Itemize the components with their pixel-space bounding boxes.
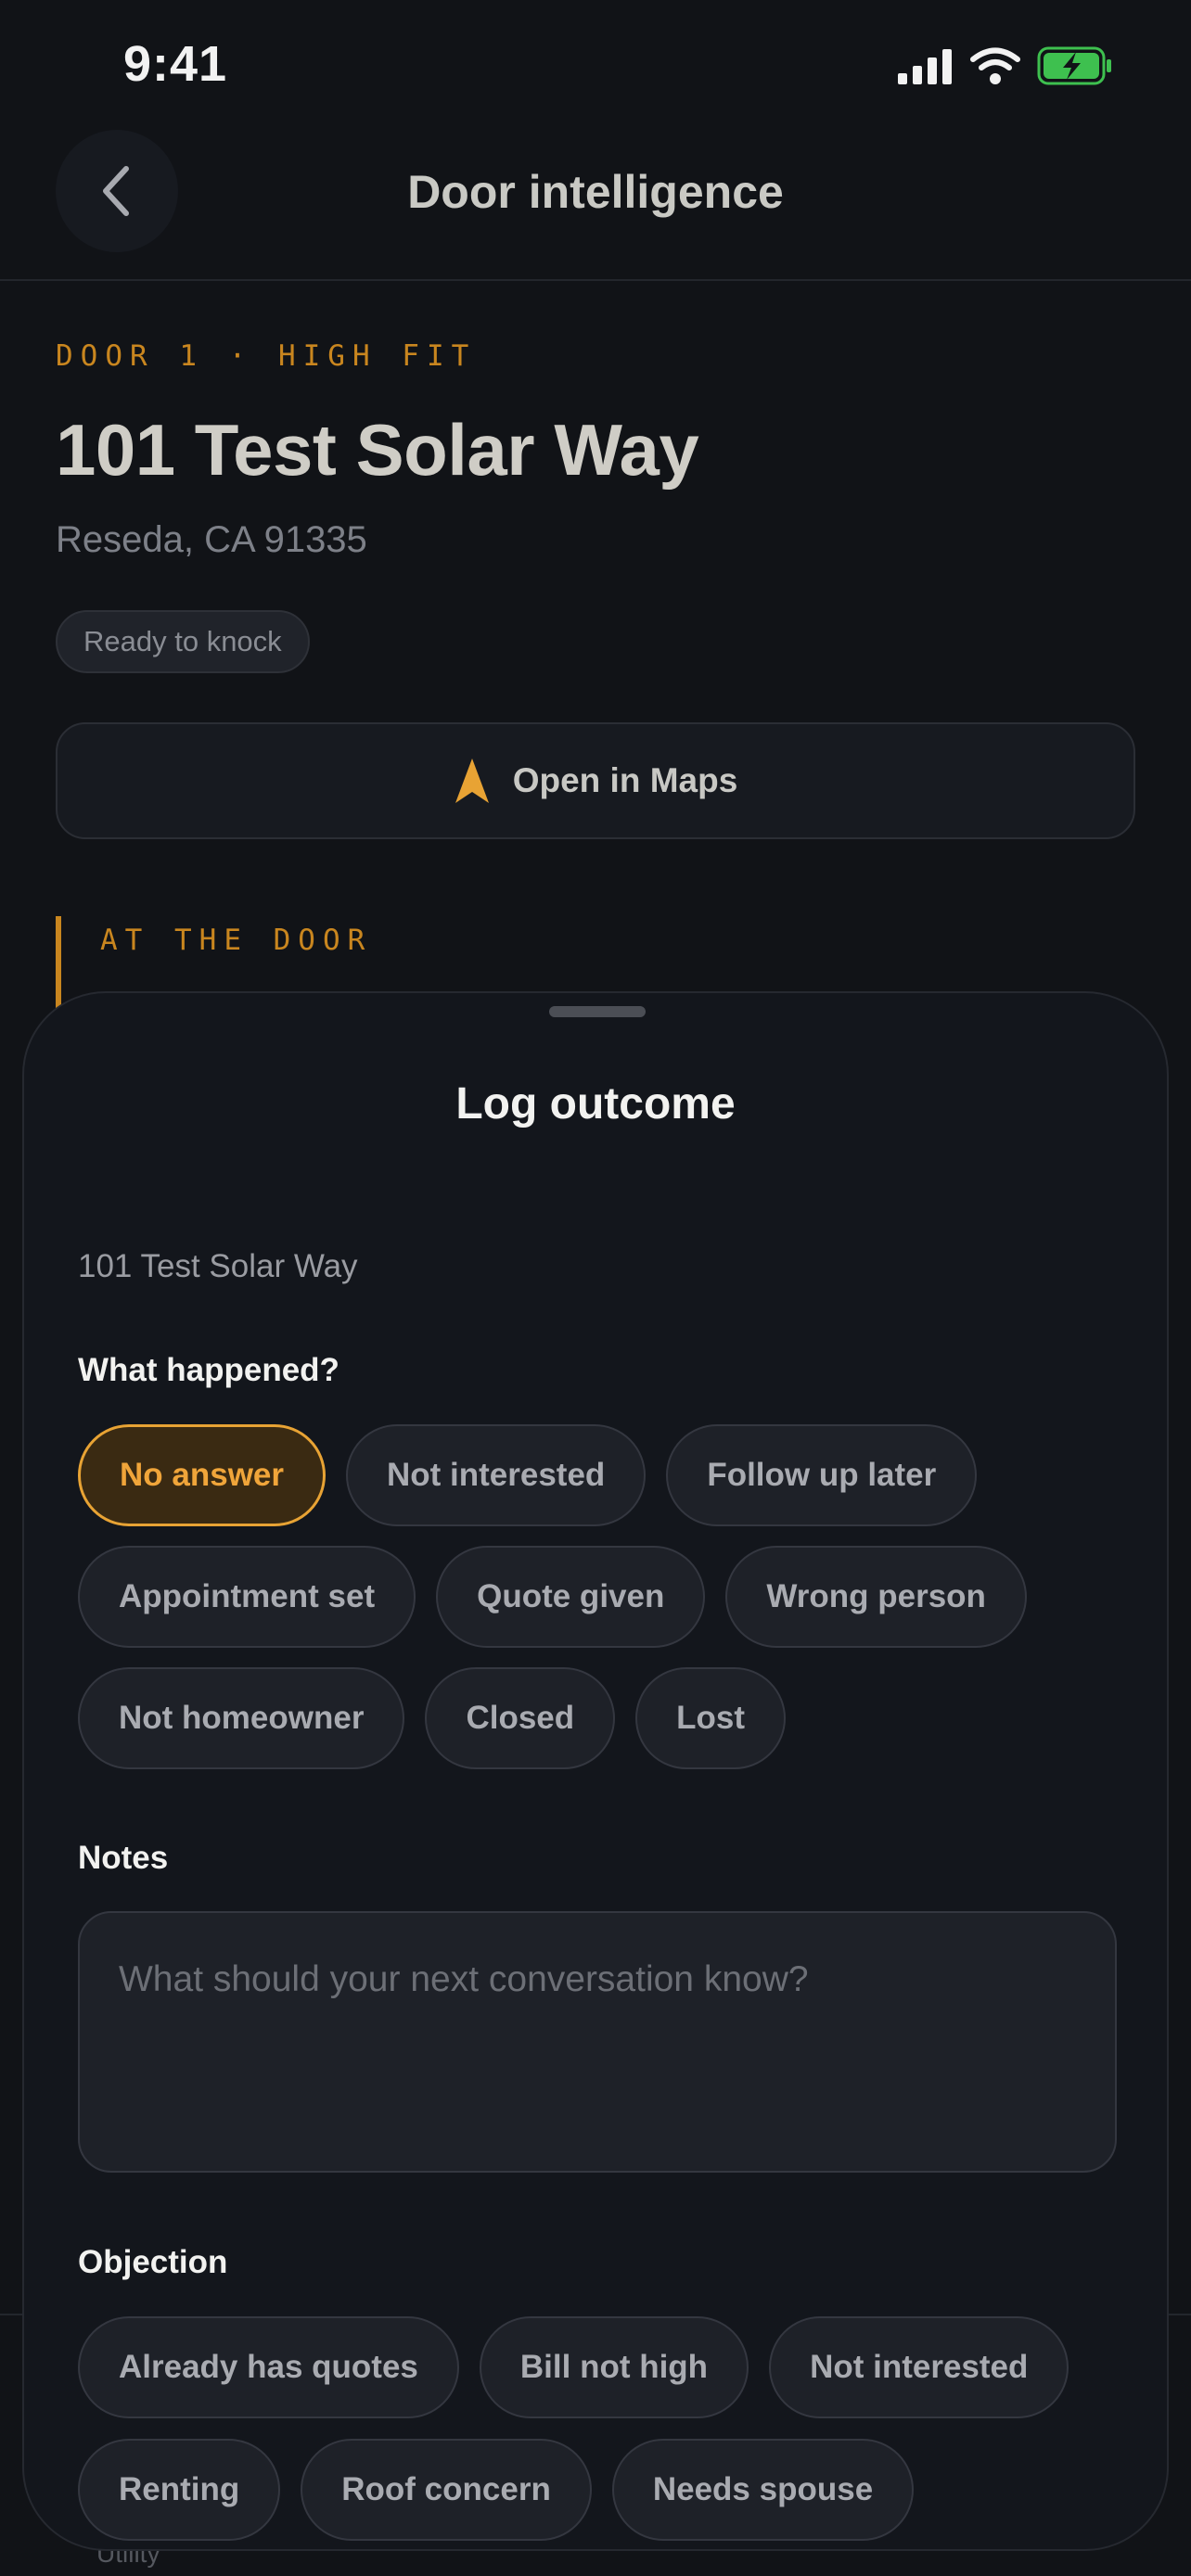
outcome-row-1: No answer Not interested Follow up later <box>78 1424 978 1526</box>
status-icons <box>898 46 1113 85</box>
sheet-address: 101 Test Solar Way <box>78 1248 358 1284</box>
door-city: Reseda, CA 91335 <box>56 519 367 560</box>
outcome-chip-follow-up-later[interactable]: Follow up later <box>666 1424 978 1526</box>
objection-chip-needs-spouse[interactable]: Needs spouse <box>611 2439 915 2541</box>
open-in-maps-label: Open in Maps <box>512 761 738 799</box>
objection-chip-bill-not-high[interactable]: Bill not high <box>479 2316 749 2418</box>
outcome-chip-appointment-set[interactable]: Appointment set <box>78 1546 416 1648</box>
sheet-title: Log outcome <box>455 1079 736 1129</box>
objection-chip-roof-concern[interactable]: Roof concern <box>301 2439 592 2541</box>
objection-chip-renting[interactable]: Renting <box>78 2439 281 2541</box>
objection-row-2: Renting Roof concern Needs spouse <box>78 2439 915 2541</box>
notes-label: Notes <box>78 1840 169 1876</box>
outcome-row-2: Appointment set Quote given Wrong person <box>78 1546 1027 1648</box>
outcome-chip-closed[interactable]: Closed <box>425 1667 616 1769</box>
status-badge: Ready to knock <box>56 610 310 673</box>
what-happened-label: What happened? <box>78 1352 339 1388</box>
wifi-icon <box>970 47 1020 84</box>
sheet-drag-handle[interactable] <box>549 1006 646 1017</box>
outcome-chip-not-homeowner[interactable]: Not homeowner <box>78 1667 405 1769</box>
section-accent-bar <box>56 916 61 1018</box>
outcome-chip-lost[interactable]: Lost <box>635 1667 787 1769</box>
navigation-arrow-icon <box>455 759 489 803</box>
door-eyebrow: DOOR 1 · HIGH FIT <box>56 339 477 373</box>
outcome-chip-wrong-person[interactable]: Wrong person <box>725 1546 1027 1648</box>
open-in-maps-button[interactable]: Open in Maps <box>56 722 1135 839</box>
objection-chip-already-has-quotes[interactable]: Already has quotes <box>78 2316 459 2418</box>
page-title: Door intelligence <box>407 166 784 218</box>
door-address: 101 Test Solar Way <box>56 409 699 491</box>
cellular-signal-icon <box>898 49 952 84</box>
notes-field[interactable]: What should your next conversation know? <box>78 1911 1117 2173</box>
at-the-door-label: AT THE DOOR <box>100 924 373 957</box>
outcome-chip-quote-given[interactable]: Quote given <box>436 1546 706 1648</box>
status-bar: 9:41 <box>0 0 1191 130</box>
objection-row-1: Already has quotes Bill not high Not int… <box>78 2316 1069 2418</box>
notes-placeholder: What should your next conversation know? <box>119 1959 809 1999</box>
nav-header: Door intelligence <box>0 130 1191 281</box>
log-outcome-sheet: Log outcome 101 Test Solar Way What happ… <box>22 991 1169 2551</box>
outcome-chip-not-interested[interactable]: Not interested <box>346 1424 647 1526</box>
objection-label: Objection <box>78 2244 228 2280</box>
outcome-row-3: Not homeowner Closed Lost <box>78 1667 787 1769</box>
status-time: 9:41 <box>123 36 228 92</box>
objection-chip-not-interested[interactable]: Not interested <box>769 2316 1069 2418</box>
outcome-chip-no-answer[interactable]: No answer <box>78 1424 326 1526</box>
battery-charging-icon <box>1037 46 1111 85</box>
